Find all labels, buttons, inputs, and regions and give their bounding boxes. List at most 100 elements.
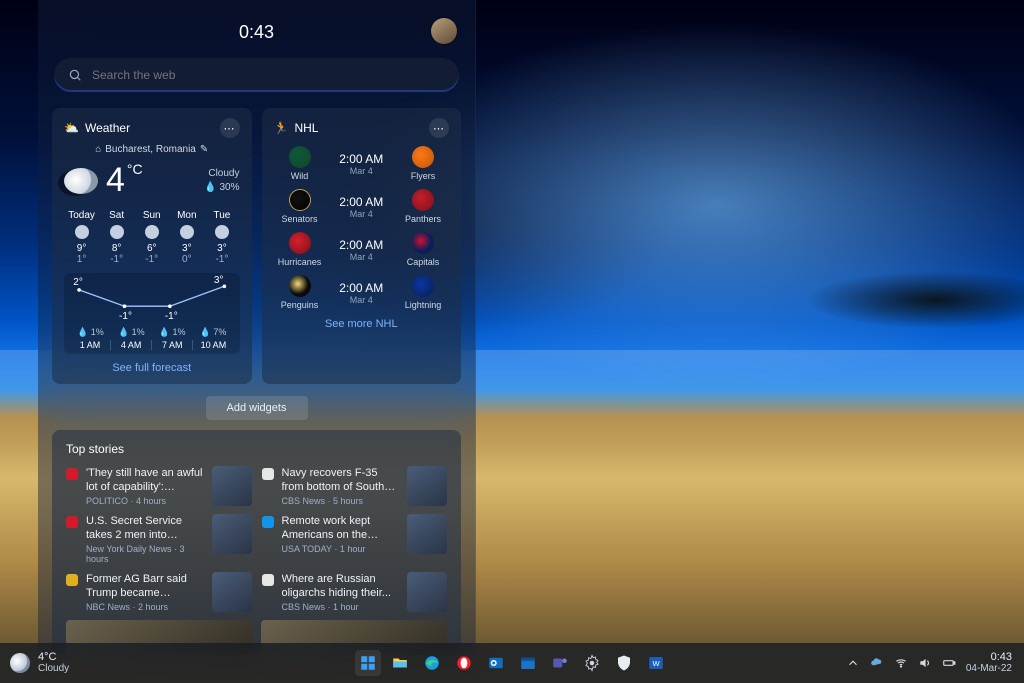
- widgets-panel: 0:43 ⛅ Weather ⋯ ⌂ Bucharest, Romania ✎ …: [38, 0, 476, 655]
- taskbar-weather-icon: [10, 653, 30, 673]
- story-item[interactable]: U.S. Secret Service takes 2 men into cus…: [66, 514, 252, 564]
- weather-card[interactable]: ⛅ Weather ⋯ ⌂ Bucharest, Romania ✎ 4°C C…: [52, 108, 252, 384]
- story-meta: NBC News · 2 hours: [86, 602, 204, 612]
- forecast-day[interactable]: Tue 3°-1°: [204, 210, 239, 265]
- weather-hourly-times: 1 AM4 AM7 AM10 AM: [70, 340, 234, 350]
- taskbar-settings-icon[interactable]: [579, 650, 605, 676]
- team-logo-icon: [412, 275, 434, 297]
- taskbar-calendar-icon[interactable]: [515, 650, 541, 676]
- taskbar-edge-icon[interactable]: [419, 650, 445, 676]
- taskbar-word-icon[interactable]: W: [643, 650, 669, 676]
- taskbar-teams-icon[interactable]: [547, 650, 573, 676]
- story-title: Navy recovers F-35 from bottom of South …: [282, 466, 400, 494]
- nhl-game-list: Wild 2:00 AMMar 4 Flyers Senators 2:00 A…: [274, 146, 450, 310]
- taskbar-apps: W: [355, 650, 669, 676]
- nhl-game[interactable]: Hurricanes 2:00 AMMar 4 Capitals: [274, 232, 450, 267]
- forecast-day[interactable]: Sun 6°-1°: [134, 210, 169, 265]
- top-stories-card: Top stories 'They still have an awful lo…: [52, 430, 461, 655]
- weather-hourly: 2° -1° -1° 3° 💧 1%💧 1%💧 1%💧 7% 1 AM4 AM7…: [64, 273, 240, 354]
- forecast-day[interactable]: Today 9°1°: [64, 210, 99, 265]
- taskbar-outlook-icon[interactable]: [483, 650, 509, 676]
- nhl-game[interactable]: Senators 2:00 AMMar 4 Panthers: [274, 189, 450, 224]
- story-title: Remote work kept Americans on the mov...: [282, 514, 400, 542]
- weather-title: Weather: [85, 121, 130, 135]
- search-bar[interactable]: [54, 58, 459, 92]
- story-thumbnail: [407, 514, 447, 554]
- story-item[interactable]: Navy recovers F-35 from bottom of South …: [262, 466, 448, 506]
- search-icon: [68, 68, 82, 82]
- taskbar-weather[interactable]: 4°C Cloudy: [0, 651, 69, 675]
- weather-location[interactable]: ⌂ Bucharest, Romania ✎: [64, 144, 240, 155]
- story-source-icon: [262, 468, 274, 480]
- story-item[interactable]: Former AG Barr said Trump became enrage.…: [66, 572, 252, 612]
- story-item[interactable]: Where are Russian oligarchs hiding their…: [262, 572, 448, 612]
- taskbar-security-icon[interactable]: [611, 650, 637, 676]
- chevron-up-icon[interactable]: [846, 656, 860, 670]
- nhl-more-link[interactable]: See more NHL: [274, 318, 450, 330]
- taskbar: 4°C Cloudy W 0:43 04-Mar-22: [0, 643, 1024, 683]
- battery-icon[interactable]: [942, 656, 956, 670]
- add-widgets-button[interactable]: Add widgets: [206, 396, 308, 420]
- story-meta: CBS News · 1 hour: [282, 602, 400, 612]
- forecast-icon: [110, 225, 124, 239]
- wifi-icon[interactable]: [894, 656, 908, 670]
- forecast-day[interactable]: Sat 8°-1°: [99, 210, 134, 265]
- forecast-icon: [180, 225, 194, 239]
- weather-more-button[interactable]: ⋯: [220, 118, 240, 138]
- taskbar-opera-icon[interactable]: [451, 650, 477, 676]
- sport-icon: 🏃: [274, 121, 289, 135]
- story-item[interactable]: Remote work kept Americans on the mov...…: [262, 514, 448, 564]
- team-logo-icon: [289, 232, 311, 254]
- team-logo-icon: [289, 275, 311, 297]
- svg-text:W: W: [652, 659, 660, 668]
- nhl-card[interactable]: 🏃 NHL ⋯ Wild 2:00 AMMar 4 Flyers Senator…: [262, 108, 462, 384]
- story-thumbnail: [407, 466, 447, 506]
- forecast-icon: [215, 225, 229, 239]
- story-source-icon: [66, 516, 78, 528]
- nhl-game[interactable]: Wild 2:00 AMMar 4 Flyers: [274, 146, 450, 181]
- forecast-icon: [145, 225, 159, 239]
- taskbar-clock[interactable]: 0:43 04-Mar-22: [966, 651, 1012, 675]
- taskbar-start-icon[interactable]: [355, 650, 381, 676]
- tray-icons: [846, 656, 956, 670]
- story-source-icon: [66, 468, 78, 480]
- edit-icon[interactable]: ✎: [200, 144, 208, 155]
- story-thumbnail: [212, 514, 252, 554]
- story-source-icon: [262, 574, 274, 586]
- user-avatar[interactable]: [431, 18, 457, 44]
- weather-full-forecast-link[interactable]: See full forecast: [64, 362, 240, 374]
- weather-glyph-icon: ⛅: [64, 121, 79, 135]
- weather-condition: Cloudy 💧 30%: [204, 167, 239, 195]
- volume-icon[interactable]: [918, 656, 932, 670]
- team-logo-icon: [289, 146, 311, 168]
- top-stories-heading: Top stories: [66, 442, 447, 456]
- weather-temperature: 4°C: [106, 161, 143, 200]
- story-source-icon: [66, 574, 78, 586]
- onedrive-icon[interactable]: [870, 656, 884, 670]
- story-thumbnail: [407, 572, 447, 612]
- story-meta: CBS News · 5 hours: [282, 496, 400, 506]
- story-meta: POLITICO · 4 hours: [86, 496, 204, 506]
- team-logo-icon: [289, 189, 311, 211]
- story-meta: New York Daily News · 3 hours: [86, 544, 204, 564]
- team-logo-icon: [412, 189, 434, 211]
- search-input[interactable]: [92, 68, 445, 82]
- weather-hourly-rain: 💧 1%💧 1%💧 1%💧 7%: [70, 327, 234, 338]
- nhl-title: NHL: [294, 121, 318, 135]
- story-title: 'They still have an awful lot of capabil…: [86, 466, 204, 494]
- story-item[interactable]: 'They still have an awful lot of capabil…: [66, 466, 252, 506]
- taskbar-tray: 0:43 04-Mar-22: [846, 651, 1024, 675]
- taskbar-explorer-icon[interactable]: [387, 650, 413, 676]
- forecast-day[interactable]: Mon 3°0°: [169, 210, 204, 265]
- nhl-more-button[interactable]: ⋯: [429, 118, 449, 138]
- home-icon: ⌂: [95, 144, 101, 155]
- weather-forecast-days: Today 9°1° Sat 8°-1° Sun 6°-1° Mon 3°0° …: [64, 210, 240, 265]
- nhl-game[interactable]: Penguins 2:00 AMMar 4 Lightning: [274, 275, 450, 310]
- story-thumbnail: [212, 466, 252, 506]
- story-title: Former AG Barr said Trump became enrage.…: [86, 572, 204, 600]
- widgets-clock: 0:43: [239, 22, 274, 43]
- team-logo-icon: [412, 146, 434, 168]
- story-title: U.S. Secret Service takes 2 men into cus…: [86, 514, 204, 542]
- forecast-icon: [75, 225, 89, 239]
- story-source-icon: [262, 516, 274, 528]
